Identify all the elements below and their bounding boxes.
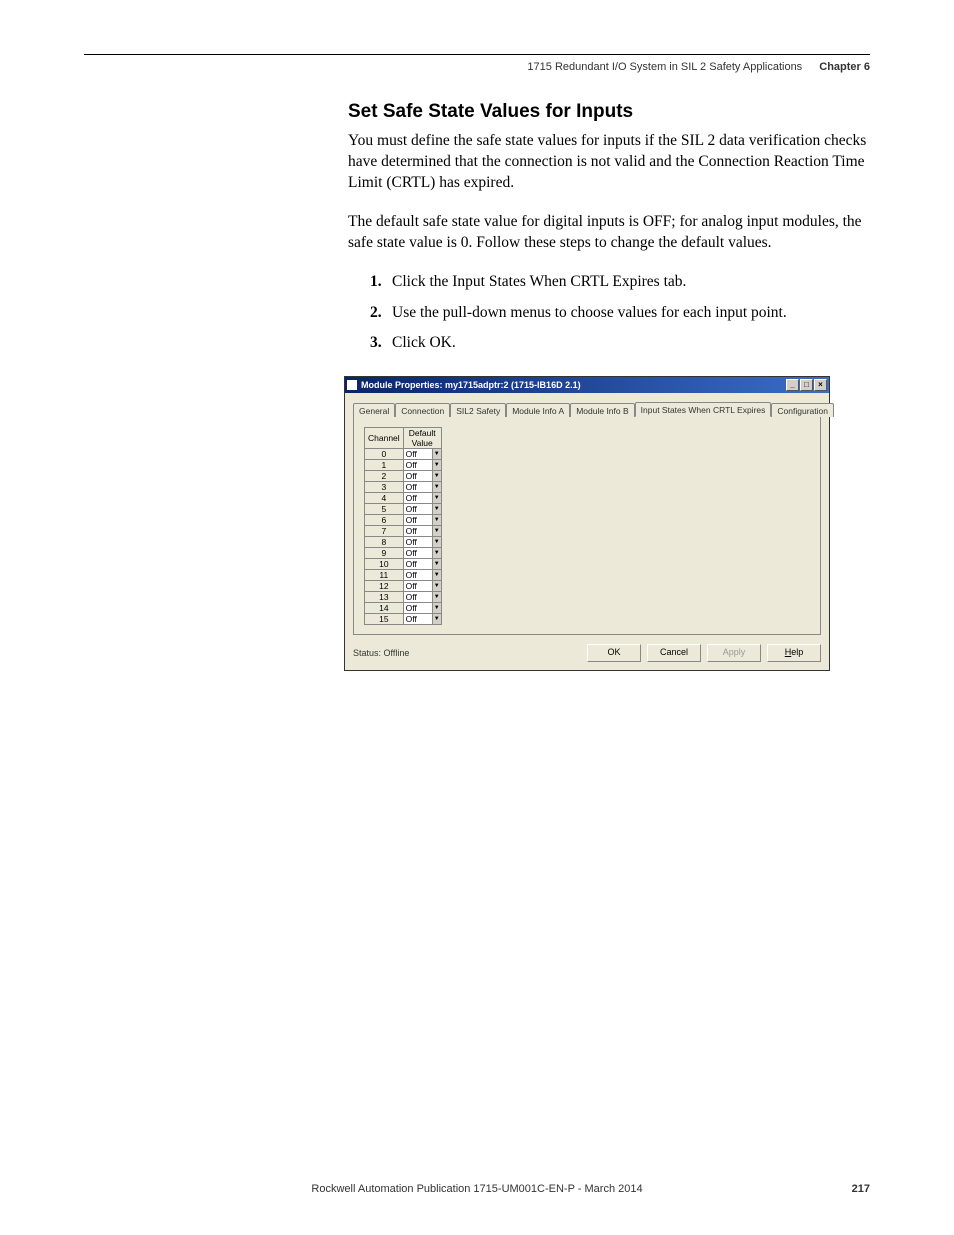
steps-list: 1.Click the Input States When CRTL Expir… bbox=[370, 272, 870, 355]
dialog-titlebar: Module Properties: my1715adptr:2 (1715-I… bbox=[345, 377, 829, 393]
running-header: 1715 Redundant I/O System in SIL 2 Safet… bbox=[84, 61, 870, 73]
chevron-down-icon: ▼ bbox=[432, 493, 441, 503]
value-dropdown[interactable]: Off▼ bbox=[403, 526, 441, 537]
value-dropdown[interactable]: Off▼ bbox=[403, 603, 441, 614]
value-dropdown[interactable]: Off▼ bbox=[403, 537, 441, 548]
tab-general[interactable]: General bbox=[353, 403, 395, 417]
chevron-down-icon: ▼ bbox=[432, 592, 441, 602]
table-row: 8Off▼ bbox=[365, 537, 442, 548]
chevron-down-icon: ▼ bbox=[432, 482, 441, 492]
status-text: Status: Offline bbox=[353, 648, 581, 658]
col-default-value: Default Value bbox=[403, 428, 441, 449]
step-2: 2.Use the pull-down menus to choose valu… bbox=[370, 303, 870, 324]
app-icon bbox=[347, 380, 357, 390]
header-title: 1715 Redundant I/O System in SIL 2 Safet… bbox=[527, 61, 802, 73]
value-dropdown[interactable]: Off▼ bbox=[403, 559, 441, 570]
close-button[interactable]: × bbox=[814, 379, 827, 391]
cancel-button[interactable]: Cancel bbox=[647, 644, 701, 662]
chevron-down-icon: ▼ bbox=[432, 581, 441, 591]
chevron-down-icon: ▼ bbox=[432, 515, 441, 525]
table-row: 11Off▼ bbox=[365, 570, 442, 581]
value-dropdown[interactable]: Off▼ bbox=[403, 460, 441, 471]
value-dropdown[interactable]: Off▼ bbox=[403, 581, 441, 592]
chevron-down-icon: ▼ bbox=[432, 471, 441, 481]
ok-button[interactable]: OK bbox=[587, 644, 641, 662]
table-row: 5Off▼ bbox=[365, 504, 442, 515]
chevron-down-icon: ▼ bbox=[432, 570, 441, 580]
value-dropdown[interactable]: Off▼ bbox=[403, 493, 441, 504]
page-number: 217 bbox=[852, 1183, 870, 1195]
dialog-title: Module Properties: my1715adptr:2 (1715-I… bbox=[361, 380, 786, 390]
value-dropdown[interactable]: Off▼ bbox=[403, 548, 441, 559]
table-row: 2Off▼ bbox=[365, 471, 442, 482]
table-row: 15Off▼ bbox=[365, 614, 442, 625]
table-row: 9Off▼ bbox=[365, 548, 442, 559]
chevron-down-icon: ▼ bbox=[432, 504, 441, 514]
table-row: 0Off▼ bbox=[365, 449, 442, 460]
value-dropdown[interactable]: Off▼ bbox=[403, 515, 441, 526]
table-row: 12Off▼ bbox=[365, 581, 442, 592]
table-row: 6Off▼ bbox=[365, 515, 442, 526]
intro-paragraph-1: You must define the safe state values fo… bbox=[348, 131, 870, 194]
publication-info: Rockwell Automation Publication 1715-UM0… bbox=[311, 1183, 642, 1195]
chevron-down-icon: ▼ bbox=[432, 537, 441, 547]
table-row: 7Off▼ bbox=[365, 526, 442, 537]
intro-paragraph-2: The default safe state value for digital… bbox=[348, 212, 870, 254]
tab-input-states-crtl[interactable]: Input States When CRTL Expires bbox=[635, 402, 772, 417]
header-chapter: Chapter 6 bbox=[819, 61, 870, 73]
chevron-down-icon: ▼ bbox=[432, 559, 441, 569]
value-dropdown[interactable]: Off▼ bbox=[403, 449, 441, 460]
chevron-down-icon: ▼ bbox=[432, 526, 441, 536]
table-row: 10Off▼ bbox=[365, 559, 442, 570]
minimize-button[interactable]: _ bbox=[786, 379, 799, 391]
chevron-down-icon: ▼ bbox=[432, 449, 441, 459]
value-dropdown[interactable]: Off▼ bbox=[403, 570, 441, 581]
chevron-down-icon: ▼ bbox=[432, 460, 441, 470]
maximize-button[interactable]: □ bbox=[800, 379, 813, 391]
value-dropdown[interactable]: Off▼ bbox=[403, 614, 441, 625]
apply-button[interactable]: Apply bbox=[707, 644, 761, 662]
value-dropdown[interactable]: Off▼ bbox=[403, 504, 441, 515]
tab-bar: General Connection SIL2 Safety Module In… bbox=[353, 401, 821, 417]
value-dropdown[interactable]: Off▼ bbox=[403, 482, 441, 493]
step-1: 1.Click the Input States When CRTL Expir… bbox=[370, 272, 870, 293]
tab-connection[interactable]: Connection bbox=[395, 403, 450, 417]
chevron-down-icon: ▼ bbox=[432, 548, 441, 558]
chevron-down-icon: ▼ bbox=[432, 614, 441, 624]
tab-sil2-safety[interactable]: SIL2 Safety bbox=[450, 403, 506, 417]
chevron-down-icon: ▼ bbox=[432, 603, 441, 613]
value-dropdown[interactable]: Off▼ bbox=[403, 592, 441, 603]
table-row: 1Off▼ bbox=[365, 460, 442, 471]
tab-module-info-a[interactable]: Module Info A bbox=[506, 403, 570, 417]
step-3: 3.Click OK. bbox=[370, 333, 870, 354]
col-channel: Channel bbox=[365, 428, 404, 449]
section-heading: Set Safe State Values for Inputs bbox=[348, 101, 870, 123]
tab-content: Channel Default Value 0Off▼ 1Off▼ 2Off▼ … bbox=[353, 417, 821, 635]
table-row: 3Off▼ bbox=[365, 482, 442, 493]
help-button[interactable]: Help bbox=[767, 644, 821, 662]
value-dropdown[interactable]: Off▼ bbox=[403, 471, 441, 482]
table-row: 13Off▼ bbox=[365, 592, 442, 603]
tab-module-info-b[interactable]: Module Info B bbox=[570, 403, 634, 417]
tab-configuration[interactable]: Configuration bbox=[771, 403, 834, 417]
channel-table: Channel Default Value 0Off▼ 1Off▼ 2Off▼ … bbox=[364, 427, 442, 625]
table-row: 4Off▼ bbox=[365, 493, 442, 504]
module-properties-dialog: Module Properties: my1715adptr:2 (1715-I… bbox=[344, 376, 830, 671]
page-footer: Rockwell Automation Publication 1715-UM0… bbox=[84, 1183, 870, 1195]
table-row: 14Off▼ bbox=[365, 603, 442, 614]
